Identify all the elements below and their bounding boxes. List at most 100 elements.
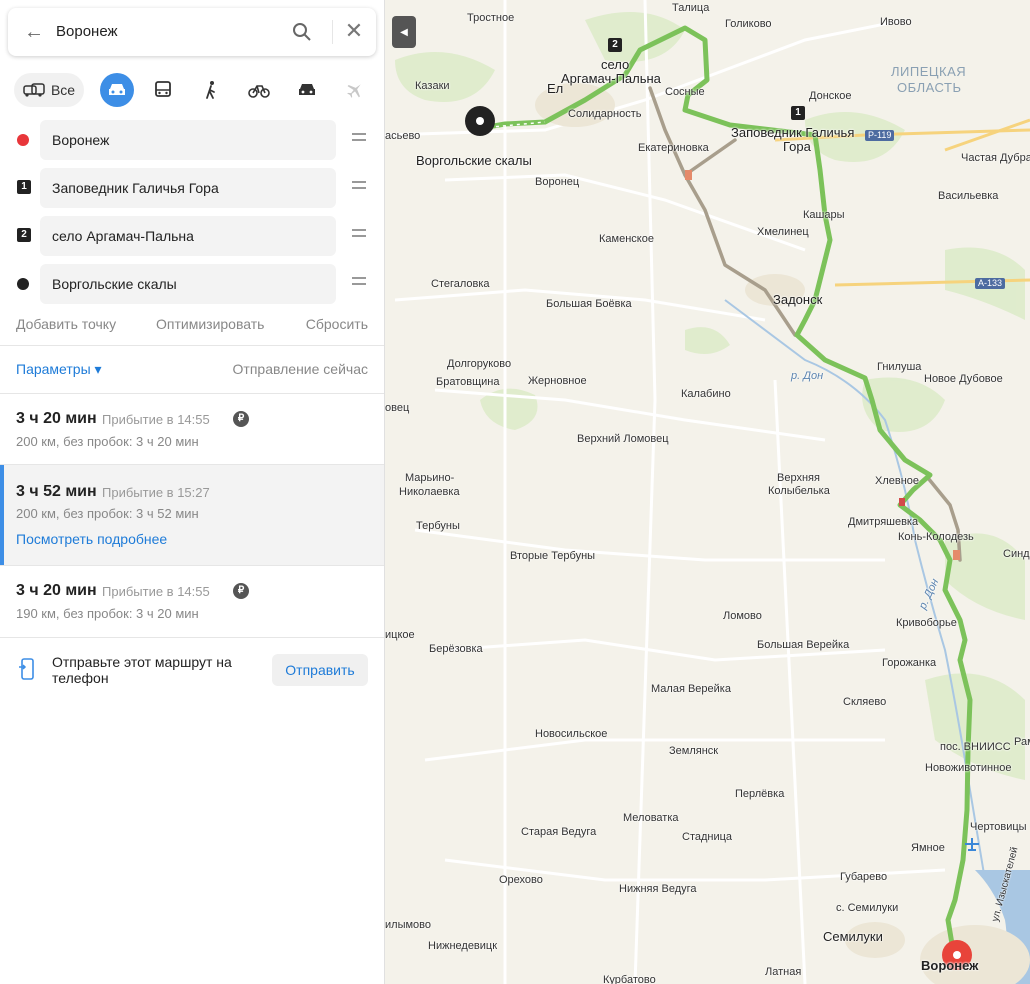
place-label: Верхний Ломовец — [577, 433, 669, 445]
route-details-link[interactable]: Посмотреть подробнее — [16, 531, 167, 547]
mode-taxi-button[interactable] — [292, 73, 322, 107]
drag-handle-icon[interactable] — [352, 181, 366, 193]
place-label: пос. ВНИИСС — [940, 741, 1011, 753]
place-label: Жерновное — [528, 375, 587, 387]
departure-time-link[interactable]: Отправление сейчас — [233, 361, 368, 377]
region-label: ЛИПЕЦКАЯ — [891, 64, 967, 79]
place-label: Тростное — [467, 12, 515, 24]
close-icon[interactable]: ✕ — [342, 20, 366, 44]
place-label: Хмелинец — [757, 226, 809, 238]
place-label: Ломово — [723, 610, 762, 622]
route-option[interactable]: 3 ч 20 мин Прибытие в 14:55 ₽ 200 км, бе… — [0, 394, 384, 464]
place-label: Кривоборье — [896, 617, 957, 629]
place-label: Рам — [1014, 736, 1030, 748]
waypoint-number-badge: 1 — [17, 180, 31, 194]
route-option[interactable]: 3 ч 20 мин Прибытие в 14:55 ₽ 190 км, бе… — [0, 566, 384, 636]
mode-all-button[interactable]: Все — [14, 73, 84, 107]
place-label: Гнилуша — [877, 361, 922, 373]
search-icon[interactable] — [292, 22, 312, 42]
send-to-phone: Отправьте этот маршрут на телефон Отправ… — [0, 650, 384, 690]
search-input[interactable]: Воронеж — [56, 23, 118, 40]
place-label: Новосильское — [535, 728, 608, 740]
place-label: Губарево — [840, 871, 888, 883]
add-point-link[interactable]: Добавить точку — [16, 316, 116, 332]
place-label: Конь-Колодезь — [898, 531, 974, 543]
end-pin[interactable] — [465, 106, 495, 136]
place-label: Землянск — [669, 745, 719, 757]
divider — [0, 637, 384, 638]
place-label: Каменское — [599, 233, 654, 245]
place-label: Большая Верейка — [757, 639, 850, 651]
chevron-left-icon: ◀ — [400, 26, 408, 38]
place-label: с. Семилуки — [836, 902, 899, 914]
bike-icon — [248, 85, 270, 98]
place-label: Курбатово — [603, 974, 656, 984]
waypoint-badge-2[interactable]: 2 — [608, 38, 622, 52]
route-arrival: Прибытие в 14:55 — [102, 584, 210, 599]
place-label: Старая Ведуга — [521, 826, 597, 838]
start-dot-icon — [17, 134, 29, 146]
route-arrival: Прибытие в 15:27 — [102, 485, 210, 500]
place-label: Заповедник Галичья — [731, 125, 855, 140]
mode-walk-button[interactable] — [196, 73, 226, 107]
waypoint-number-badge: 2 — [17, 228, 31, 242]
highway-badge: Р-119 — [865, 130, 895, 141]
place-label: Стадница — [682, 831, 733, 843]
place-label: Колыбелька — [768, 485, 830, 497]
drag-handle-icon[interactable] — [352, 133, 366, 145]
car-bus-icon — [23, 83, 45, 97]
collapse-panel-button[interactable]: ◀ — [392, 16, 416, 48]
place-label: Нижнедевицк — [428, 940, 498, 952]
place-label: село — [601, 57, 630, 72]
divider — [332, 20, 333, 44]
place-label: Большая Боёвка — [546, 298, 632, 310]
waypoint-label: Заповедник Галичья Гора — [52, 180, 219, 196]
map-view[interactable]: ◀ Р-119 А-133 2 1 Тростное Талица Голико… — [385, 0, 1030, 984]
place-label: Талица — [672, 2, 710, 14]
place-label: Берёзовка — [429, 643, 483, 655]
waypoint-label: село Аргамач-Пальна — [52, 228, 194, 244]
waypoint-field[interactable]: Заповедник Галичья Гора — [40, 168, 336, 208]
drag-handle-icon[interactable] — [352, 277, 366, 289]
place-label: Нижняя Ведуга — [619, 883, 697, 895]
place-label: Воронец — [535, 176, 580, 188]
bus-icon — [155, 81, 171, 97]
walk-icon — [206, 81, 215, 99]
place-label: ицкое — [385, 629, 415, 641]
waypoint-label: Воргольские скалы — [52, 276, 177, 292]
params-dropdown[interactable]: Параметры ▾ — [16, 361, 102, 378]
waypoint-badge-1[interactable]: 1 — [791, 106, 805, 120]
route-arrival: Прибытие в 14:55 — [102, 412, 210, 427]
waypoint-field[interactable]: село Аргамач-Пальна — [40, 216, 336, 256]
place-label: Гора — [783, 139, 811, 154]
place-label: Васильевка — [938, 190, 999, 202]
waypoint-row: Воронеж — [0, 120, 384, 160]
mode-car-button[interactable] — [100, 73, 134, 107]
waypoint-field[interactable]: Воронеж — [40, 120, 336, 160]
waypoint-row: 1 Заповедник Галичья Гора — [0, 168, 384, 208]
route-details: 200 км, без пробок: 3 ч 52 мин — [16, 506, 199, 521]
transport-modes: Все — [14, 73, 374, 107]
waypoint-field[interactable]: Воргольские скалы — [40, 264, 336, 304]
mode-bike-button[interactable] — [244, 73, 274, 107]
place-label: Вторые Тербуны — [510, 550, 596, 562]
route-option-selected[interactable]: 3 ч 52 мин Прибытие в 15:27 200 км, без … — [0, 465, 384, 565]
place-label: Перлёвка — [735, 788, 785, 800]
send-to-phone-text: Отправьте этот маршрут на телефон — [52, 654, 232, 686]
mode-bus-button[interactable] — [148, 73, 178, 107]
back-arrow-icon[interactable]: ← — [24, 22, 44, 42]
optimize-link[interactable]: Оптимизировать — [156, 316, 264, 332]
send-button[interactable]: Отправить — [272, 654, 368, 686]
route-details: 190 км, без пробок: 3 ч 20 мин — [16, 606, 199, 621]
place-label: Аргамач-Пальна — [561, 71, 661, 86]
city-label: Воронеж — [921, 958, 979, 973]
place-label: Казаки — [415, 80, 450, 92]
toll-icon: ₽ — [233, 411, 249, 427]
pin-icon — [476, 117, 484, 125]
place-label: Малая Верейка — [651, 683, 731, 695]
mode-plane-button[interactable] — [340, 73, 370, 107]
reset-link[interactable]: Сбросить — [306, 316, 368, 332]
place-label: Орехово — [499, 874, 543, 886]
place-label: Задонск — [773, 292, 823, 307]
drag-handle-icon[interactable] — [352, 229, 366, 241]
